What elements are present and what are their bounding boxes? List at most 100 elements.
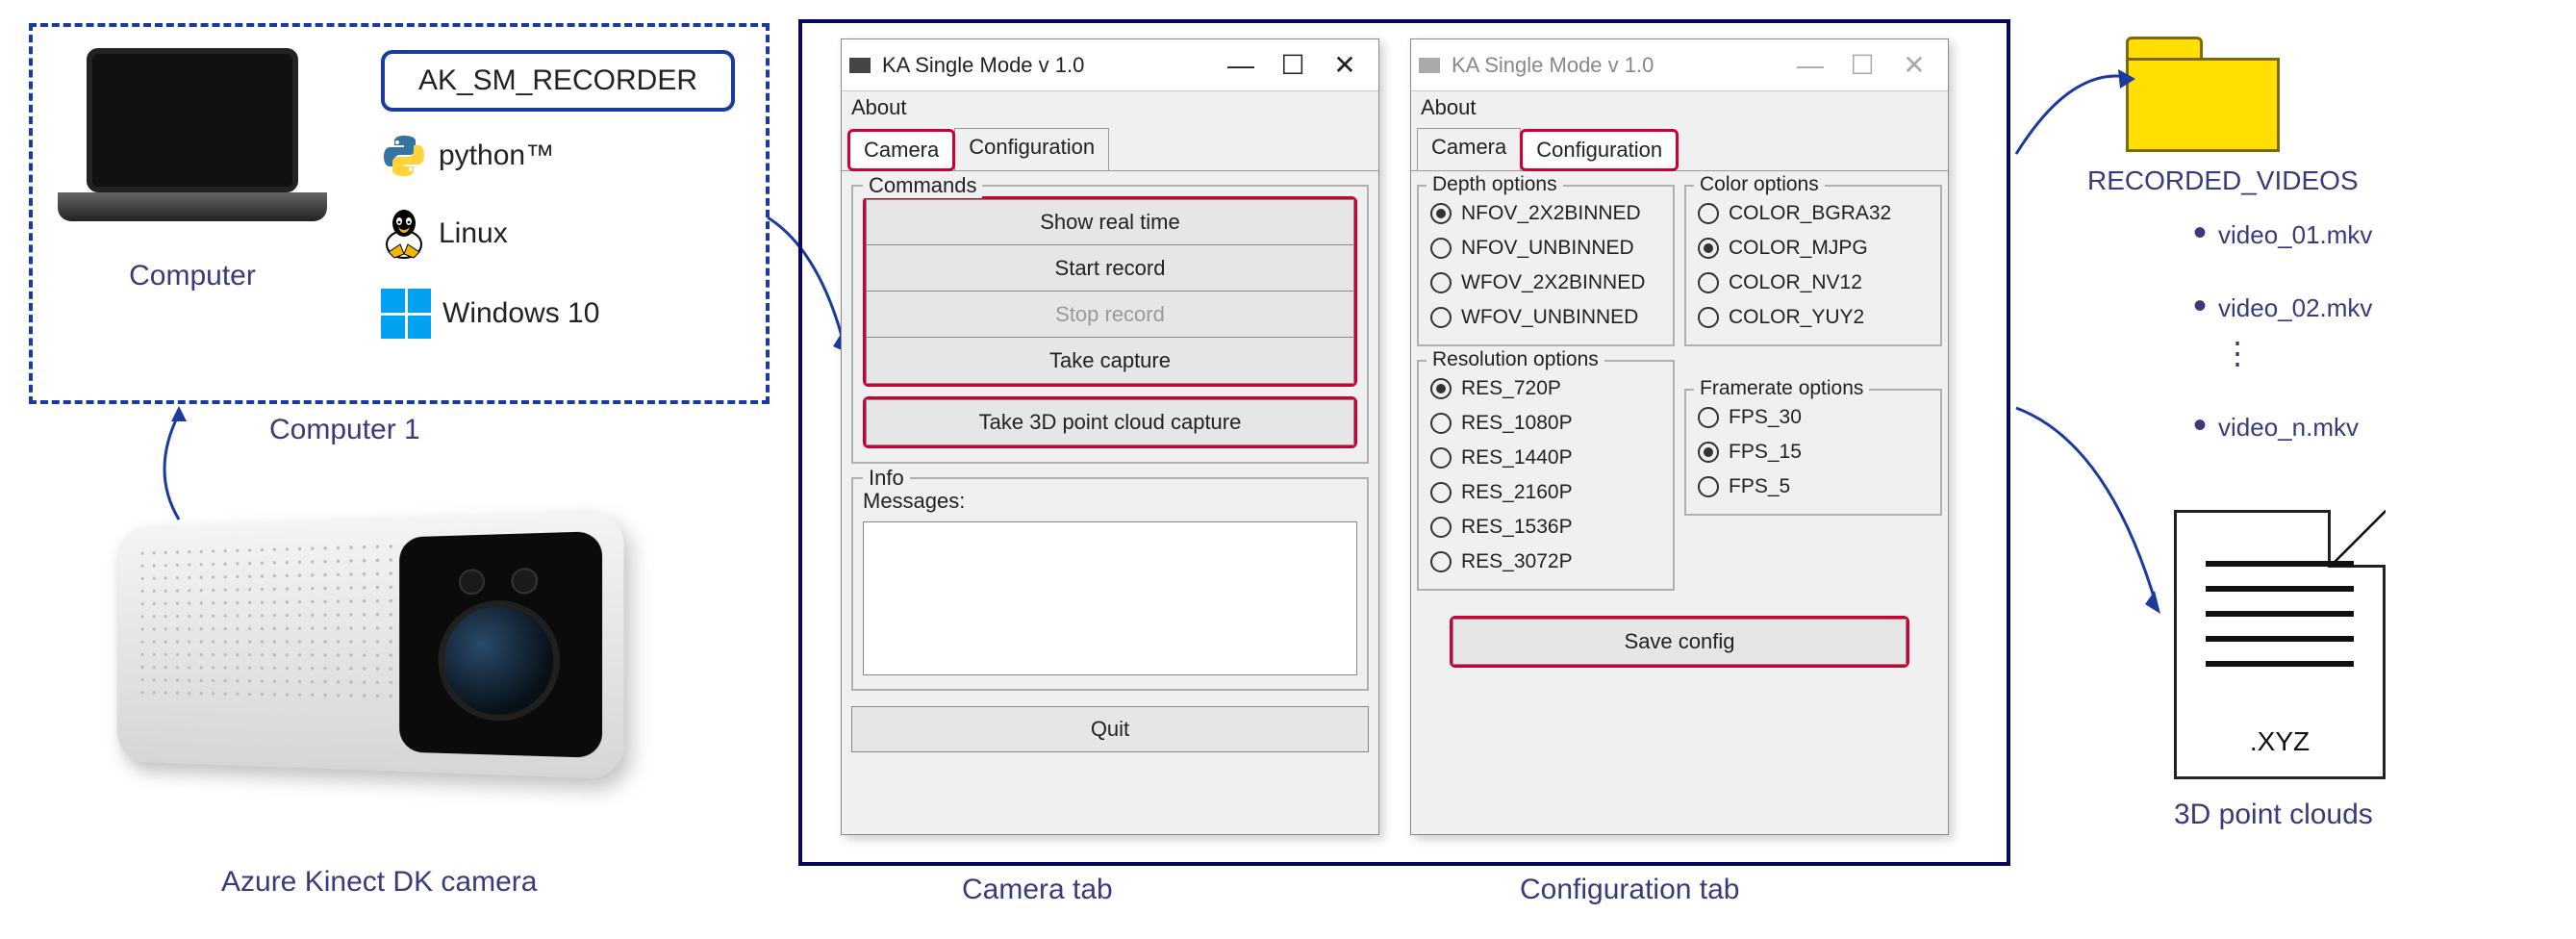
radio-label: WFOV_2X2BINNED: [1461, 271, 1645, 294]
computer-label: Computer: [96, 260, 289, 292]
radio-depth-1[interactable]: NFOV_UNBINNED: [1428, 231, 1663, 266]
radio-icon: [1698, 407, 1719, 428]
config-tab-caption: Configuration tab: [1520, 874, 1740, 906]
tab-configuration[interactable]: Configuration: [954, 128, 1109, 170]
radio-label: RES_3072P: [1461, 550, 1573, 573]
radio-label: COLOR_YUY2: [1729, 306, 1864, 329]
btn-start-record[interactable]: Start record: [866, 245, 1354, 292]
radio-fps-2[interactable]: FPS_5: [1696, 470, 1931, 504]
radio-label: WFOV_UNBINNED: [1461, 306, 1638, 329]
window-configuration-tab: KA Single Mode v 1.0 — ☐ ✕ About Camera …: [1410, 38, 1949, 835]
radio-fps-1[interactable]: FPS_15: [1696, 435, 1931, 470]
menu-about[interactable]: About: [842, 91, 1378, 124]
depth-options-group: Depth options NFOV_2X2BINNED NFOV_UNBINN…: [1417, 185, 1675, 346]
btn-take-3d[interactable]: Take 3D point cloud capture: [866, 399, 1354, 445]
maximize-button[interactable]: ☐: [1267, 49, 1319, 81]
video-ellipsis: ⋮: [2222, 335, 2253, 371]
resolution-options-group: Resolution options RES_720P RES_1080P RE…: [1417, 360, 1675, 591]
radio-icon: [1430, 413, 1452, 434]
radio-res-1[interactable]: RES_1080P: [1428, 406, 1663, 441]
app-name-text: AK_SM_RECORDER: [418, 64, 697, 97]
radio-label: COLOR_MJPG: [1729, 237, 1868, 260]
video-item-2: video_02.mkv: [2193, 285, 2372, 328]
folder-icon: [2126, 37, 2280, 152]
radio-res-0[interactable]: RES_720P: [1428, 371, 1663, 406]
arrow-camera-to-computer: [140, 404, 217, 529]
radio-res-2[interactable]: RES_1440P: [1428, 441, 1663, 475]
radio-res-5[interactable]: RES_3072P: [1428, 545, 1663, 579]
titlebar: KA Single Mode v 1.0 — ☐ ✕: [1411, 39, 1948, 91]
tab-configuration[interactable]: Configuration: [1520, 129, 1679, 171]
radio-res-4[interactable]: RES_1536P: [1428, 510, 1663, 545]
video-item-n: video_n.mkv: [2193, 404, 2359, 447]
python-icon: [381, 133, 427, 179]
framerate-title: Framerate options: [1694, 377, 1869, 400]
camera-tab-caption: Camera tab: [962, 874, 1113, 906]
recorded-videos-label: RECORDED_VIDEOS: [2087, 165, 2359, 196]
tech-windows: Windows 10: [381, 289, 599, 339]
radio-color-2[interactable]: COLOR_NV12: [1696, 266, 1931, 300]
depth-title: Depth options: [1427, 173, 1563, 196]
btn-take-capture[interactable]: Take capture: [866, 338, 1354, 384]
radio-label: RES_720P: [1461, 377, 1561, 400]
minimize-button[interactable]: —: [1215, 50, 1267, 81]
radio-label: RES_1440P: [1461, 446, 1573, 470]
xyz-ext-label: .XYZ: [2177, 726, 2383, 757]
radio-label: NFOV_UNBINNED: [1461, 237, 1634, 260]
btn-show-real-time[interactable]: Show real time: [866, 199, 1354, 245]
radio-res-3[interactable]: RES_2160P: [1428, 475, 1663, 510]
radio-label: COLOR_NV12: [1729, 271, 1862, 294]
radio-icon: [1430, 482, 1452, 503]
radio-color-1[interactable]: COLOR_MJPG: [1696, 231, 1931, 266]
radio-label: RES_1536P: [1461, 516, 1573, 539]
btn-stop-record[interactable]: Stop record: [866, 292, 1354, 338]
tech-linux-label: Linux: [439, 217, 508, 250]
radio-icon: [1698, 442, 1719, 463]
radio-icon: [1698, 307, 1719, 328]
window-title: KA Single Mode v 1.0: [882, 53, 1215, 78]
radio-label: NFOV_2X2BINNED: [1461, 202, 1641, 225]
kinect-camera-icon: [92, 520, 631, 808]
tab-camera[interactable]: Camera: [847, 129, 955, 171]
arrow-windows-to-folder: [2012, 58, 2137, 164]
radio-color-0[interactable]: COLOR_BGRA32: [1696, 196, 1931, 231]
btn-quit[interactable]: Quit: [851, 706, 1369, 752]
arrow-windows-to-xyz: [2012, 404, 2176, 616]
radio-icon: [1430, 272, 1452, 293]
radio-depth-3[interactable]: WFOV_UNBINNED: [1428, 300, 1663, 335]
close-button[interactable]: ✕: [1888, 49, 1940, 81]
radio-fps-0[interactable]: FPS_30: [1696, 400, 1931, 435]
commands-group: Commands Show real time Start record Sto…: [851, 185, 1369, 464]
messages-textarea[interactable]: [863, 521, 1357, 675]
radio-icon: [1698, 203, 1719, 224]
radio-icon: [1430, 447, 1452, 469]
radio-label: COLOR_BGRA32: [1729, 202, 1891, 225]
radio-color-3[interactable]: COLOR_YUY2: [1696, 300, 1931, 335]
close-button[interactable]: ✕: [1319, 49, 1371, 81]
radio-icon: [1698, 476, 1719, 497]
radio-icon: [1430, 307, 1452, 328]
tabs-row: Camera Configuration: [1411, 128, 1948, 171]
radio-depth-2[interactable]: WFOV_2X2BINNED: [1428, 266, 1663, 300]
radio-label: FPS_15: [1729, 441, 1802, 464]
titlebar: KA Single Mode v 1.0 — ☐ ✕: [842, 39, 1378, 91]
tab-camera[interactable]: Camera: [1417, 128, 1521, 170]
camera-label: Azure Kinect DK camera: [221, 866, 537, 899]
info-title: Info: [863, 466, 910, 491]
framerate-options-group: Framerate options FPS_30 FPS_15 FPS_5: [1684, 389, 1942, 516]
menu-about[interactable]: About: [1411, 91, 1948, 124]
app-icon: [849, 58, 871, 73]
computer1-label: Computer 1: [269, 414, 420, 446]
color-title: Color options: [1694, 173, 1825, 196]
windows-icon: [381, 289, 431, 339]
tech-windows-label: Windows 10: [442, 297, 599, 330]
app-name-box: AK_SM_RECORDER: [381, 50, 735, 112]
radio-depth-0[interactable]: NFOV_2X2BINNED: [1428, 196, 1663, 231]
radio-label: FPS_5: [1729, 475, 1790, 498]
minimize-button[interactable]: —: [1784, 50, 1836, 81]
window-camera-tab: KA Single Mode v 1.0 — ☐ ✕ About Camera …: [841, 38, 1379, 835]
btn-save-config[interactable]: Save config: [1452, 619, 1907, 665]
maximize-button[interactable]: ☐: [1836, 49, 1888, 81]
messages-label: Messages:: [863, 489, 1357, 514]
resolution-title: Resolution options: [1427, 348, 1604, 371]
